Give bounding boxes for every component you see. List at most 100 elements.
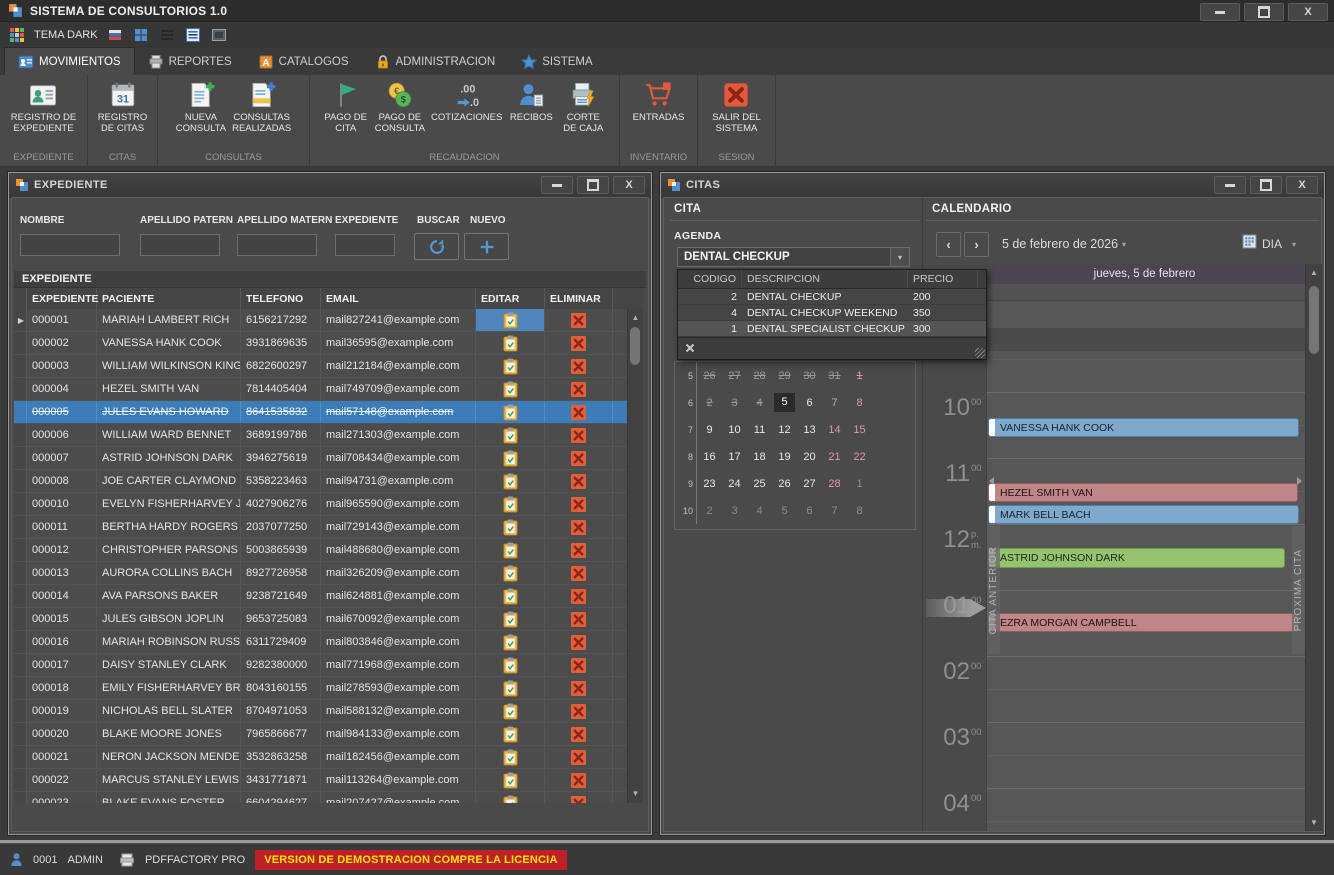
edit-clipboard-icon[interactable] (503, 657, 518, 674)
mini-calendar-day[interactable]: 8 (847, 397, 872, 409)
mini-calendar-day[interactable]: 5 (772, 393, 797, 412)
mini-calendar-day[interactable]: 28 (822, 478, 847, 490)
delete-x-icon[interactable] (571, 796, 586, 804)
delete-x-icon[interactable] (571, 359, 586, 374)
edit-clipboard-icon[interactable] (503, 772, 518, 789)
table-row[interactable]: ▶000001MARIAH LAMBERT RICH6156217292mail… (14, 309, 628, 332)
lines-icon[interactable] (158, 26, 176, 44)
delete-x-icon[interactable] (571, 382, 586, 397)
mini-calendar-day[interactable]: 4 (747, 505, 772, 517)
table-row[interactable]: 000012CHRISTOPHER PARSONS L...5003865939… (14, 539, 628, 562)
column-header-eliminar[interactable]: ELIMINAR (545, 288, 613, 309)
resize-grip[interactable] (975, 348, 985, 358)
proxima-cita-strip[interactable]: PROXIMA CITA (1292, 526, 1305, 654)
delete-x-icon[interactable] (571, 612, 586, 627)
citas-close-button[interactable]: X (1286, 176, 1318, 194)
scrollbar-thumb[interactable] (630, 327, 640, 365)
mini-calendar-day[interactable]: 6 (797, 397, 822, 409)
mini-calendar-day[interactable]: 13 (797, 424, 822, 436)
ribbon-button-pago-de-consulta[interactable]: €$PAGO DECONSULTA (372, 78, 428, 150)
theme-grid-icon[interactable] (8, 26, 26, 44)
mini-calendar-day[interactable]: 3 (722, 505, 747, 517)
mini-calendar-day[interactable]: 20 (797, 451, 822, 463)
expediente-maximize-button[interactable] (577, 176, 609, 194)
calendar-next-button[interactable]: › (964, 232, 989, 257)
delete-x-icon[interactable] (571, 520, 586, 535)
mini-calendar-day[interactable]: 16 (697, 451, 722, 463)
search-input-apellido-matern[interactable] (237, 234, 317, 256)
edit-clipboard-icon[interactable] (503, 542, 518, 559)
expediente-grid-scrollbar[interactable]: ▲ ▼ (627, 309, 643, 803)
mini-calendar-day[interactable]: 18 (747, 451, 772, 463)
mini-calendar-day[interactable]: 8 (847, 505, 872, 517)
table-row[interactable]: 000023BLAKE EVANS FOSTER6604294627mail20… (14, 792, 628, 803)
table-row[interactable]: 000010EVELYN FISHERHARVEY J...4027906276… (14, 493, 628, 516)
delete-x-icon[interactable] (571, 566, 586, 581)
mini-calendar-day[interactable]: 7 (822, 397, 847, 409)
layers-icon[interactable] (106, 26, 124, 44)
ribbon-button-pago-de-cita[interactable]: PAGO DECITA (320, 78, 372, 150)
view-mode-label[interactable]: DIA (1262, 237, 1282, 251)
mini-calendar-day[interactable]: 11 (747, 424, 772, 436)
ribbon-button-consultas-realizadas[interactable]: CONSULTASREALIZADAS (229, 78, 294, 150)
mini-calendar-day[interactable]: 17 (722, 451, 747, 463)
mini-calendar-day[interactable]: 22 (847, 451, 872, 463)
mini-calendar-day[interactable]: 31 (822, 370, 847, 382)
mini-calendar-day[interactable]: 3 (722, 397, 747, 409)
mini-calendar-day[interactable]: 7 (822, 505, 847, 517)
ribbon-button-cotizaciones[interactable]: .00.0COTIZACIONES (428, 78, 505, 150)
delete-x-icon[interactable] (571, 543, 586, 558)
table-row[interactable]: 000003WILLIAM WILKINSON KING6822600297ma… (14, 355, 628, 378)
table-row[interactable]: 000016MARIAH ROBINSON RUSSEL6311729409ma… (14, 631, 628, 654)
table-row[interactable]: 000017DAISY STANLEY CLARK9282380000mail7… (14, 654, 628, 677)
tab-movimientos[interactable]: MOVIMIENTOS (4, 47, 135, 75)
edit-clipboard-icon[interactable] (503, 565, 518, 582)
scroll-up-icon[interactable]: ▲ (628, 311, 643, 325)
ribbon-button-entradas[interactable]: ENTRADAS (630, 78, 688, 150)
table-row[interactable]: 000005JULES EVANS HOWARD8641535832mail57… (14, 401, 628, 424)
maximize-button[interactable] (1244, 3, 1284, 21)
mini-calendar-day[interactable]: 28 (747, 370, 772, 382)
delete-x-icon[interactable] (571, 474, 586, 489)
mini-calendar-day[interactable]: 5 (772, 505, 797, 517)
ribbon-button-corte-de-caja[interactable]: CORTEDE CAJA (557, 78, 609, 150)
expediente-minimize-button[interactable] (541, 176, 573, 194)
delete-x-icon[interactable] (571, 497, 586, 512)
view-dropdown-icon[interactable]: ▾ (1292, 240, 1296, 249)
popup-column-codigo[interactable]: CODIGO (678, 270, 742, 288)
search-input-expediente[interactable] (335, 234, 395, 256)
mini-calendar-day[interactable]: 19 (772, 451, 797, 463)
search-input-apellido-patern[interactable] (140, 234, 220, 256)
mini-calendar-day[interactable]: 30 (797, 370, 822, 382)
close-button[interactable]: X (1288, 3, 1328, 21)
delete-x-icon[interactable] (571, 336, 586, 351)
column-header-email[interactable]: EMAIL (321, 288, 476, 309)
table-row[interactable]: 000019NICHOLAS BELL SLATER8704971053mail… (14, 700, 628, 723)
edit-clipboard-icon[interactable] (503, 795, 518, 804)
edit-clipboard-icon[interactable] (503, 427, 518, 444)
edit-clipboard-icon[interactable] (503, 312, 518, 329)
minimize-button[interactable] (1200, 3, 1240, 21)
delete-x-icon[interactable] (571, 681, 586, 696)
combo-dropdown-icon[interactable]: ▾ (890, 248, 909, 266)
delete-x-icon[interactable] (571, 405, 586, 420)
ribbon-button-salir-del-sistema[interactable]: SALIR DELSISTEMA (709, 78, 764, 150)
windows-icon[interactable] (132, 26, 150, 44)
mini-calendar-day[interactable]: 21 (822, 451, 847, 463)
edit-clipboard-icon[interactable] (503, 680, 518, 697)
table-row[interactable]: 000022MARCUS STANLEY LEWIS3431771871mail… (14, 769, 628, 792)
delete-x-icon[interactable] (571, 589, 586, 604)
table-row[interactable]: 000007ASTRID JOHNSON DARK3946275619mail7… (14, 447, 628, 470)
cita-anterior-strip[interactable]: CITA ANTERIOR (987, 526, 1000, 654)
agenda-combobox[interactable]: DENTAL CHECKUP ▾ (677, 247, 910, 267)
edit-clipboard-icon[interactable] (503, 726, 518, 743)
appointment[interactable]: ASTRID JOHNSON DARK (988, 548, 1285, 568)
tab-sistema[interactable]: SISTEMA (508, 48, 605, 75)
scroll-down-icon[interactable]: ▼ (1306, 815, 1322, 830)
edit-clipboard-icon[interactable] (503, 588, 518, 605)
search-input-nombre[interactable] (20, 234, 120, 256)
scroll-up-icon[interactable]: ▲ (1306, 265, 1322, 280)
column-header-telefono[interactable]: TELEFONO (241, 288, 321, 309)
edit-clipboard-icon[interactable] (503, 450, 518, 467)
delete-x-icon[interactable] (571, 451, 586, 466)
